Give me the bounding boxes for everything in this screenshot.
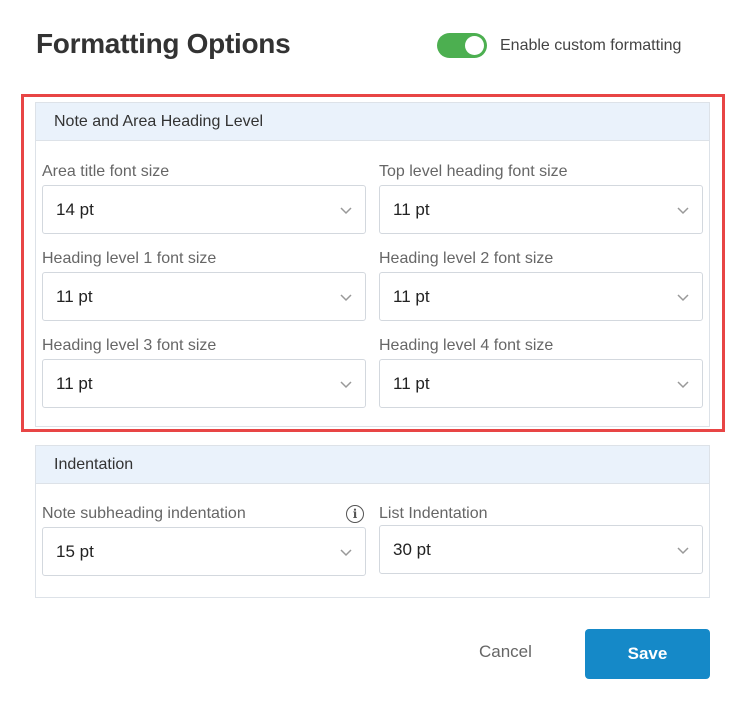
field-label: Note subheading indentation — [42, 505, 246, 522]
custom-formatting-toggle-group: Enable custom formatting — [437, 33, 681, 58]
field-label: Heading level 4 font size — [379, 337, 554, 354]
section-header: Note and Area Heading Level — [36, 103, 709, 141]
section-header: Indentation — [36, 446, 709, 484]
heading-level-1-font-size-select[interactable]: 11 pt — [42, 272, 366, 321]
enable-custom-formatting-toggle[interactable] — [437, 33, 487, 58]
area-title-font-size-field: Area title font size 14 pt — [42, 161, 366, 234]
heading-level-3-font-size-select[interactable]: 11 pt — [42, 359, 366, 408]
area-title-font-size-select[interactable]: 14 pt — [42, 185, 366, 234]
save-button[interactable]: Save — [585, 629, 710, 679]
field-label: List Indentation — [379, 505, 488, 522]
chevron-down-icon — [340, 380, 352, 388]
field-label-row: Note subheading indentation i — [42, 503, 366, 525]
field-label: Heading level 3 font size — [42, 337, 217, 354]
field-label: Heading level 2 font size — [379, 250, 554, 267]
select-value: 11 pt — [56, 286, 93, 306]
top-level-heading-font-size-field: Top level heading font size 11 pt — [379, 161, 703, 234]
indentation-section: Indentation Note subheading indentation … — [35, 445, 710, 598]
chevron-down-icon — [340, 293, 352, 301]
select-value: 11 pt — [393, 199, 430, 219]
chevron-down-icon — [677, 546, 689, 554]
select-value: 11 pt — [393, 373, 430, 393]
select-value: 14 pt — [56, 199, 94, 219]
toggle-knob — [465, 36, 484, 55]
list-indentation-select[interactable]: 30 pt — [379, 525, 703, 574]
note-subheading-indentation-field: Note subheading indentation i 15 pt — [42, 503, 366, 576]
select-value: 11 pt — [393, 286, 430, 306]
heading-level-2-font-size-field: Heading level 2 font size 11 pt — [379, 248, 703, 321]
select-value: 30 pt — [393, 539, 431, 559]
heading-level-4-font-size-select[interactable]: 11 pt — [379, 359, 703, 408]
chevron-down-icon — [340, 206, 352, 214]
top-level-heading-font-size-select[interactable]: 11 pt — [379, 185, 703, 234]
select-value: 15 pt — [56, 541, 94, 561]
heading-level-4-font-size-field: Heading level 4 font size 11 pt — [379, 335, 703, 408]
field-label: Area title font size — [42, 163, 170, 180]
toggle-label: Enable custom formatting — [500, 36, 682, 54]
heading-level-1-font-size-field: Heading level 1 font size 11 pt — [42, 248, 366, 321]
chevron-down-icon — [677, 293, 689, 301]
field-label: Heading level 1 font size — [42, 250, 217, 267]
list-indentation-field: List Indentation 30 pt — [379, 503, 703, 574]
cancel-button[interactable]: Cancel — [479, 642, 532, 662]
heading-level-2-font-size-select[interactable]: 11 pt — [379, 272, 703, 321]
field-label: Top level heading font size — [379, 163, 568, 180]
chevron-down-icon — [677, 206, 689, 214]
page-title: Formatting Options — [36, 28, 291, 59]
chevron-down-icon — [340, 548, 352, 556]
chevron-down-icon — [677, 380, 689, 388]
note-subheading-indentation-select[interactable]: 15 pt — [42, 527, 366, 576]
heading-level-3-font-size-field: Heading level 3 font size 11 pt — [42, 335, 366, 408]
heading-level-section: Note and Area Heading Level Area title f… — [35, 102, 710, 427]
info-icon[interactable]: i — [346, 505, 364, 523]
select-value: 11 pt — [56, 373, 93, 393]
